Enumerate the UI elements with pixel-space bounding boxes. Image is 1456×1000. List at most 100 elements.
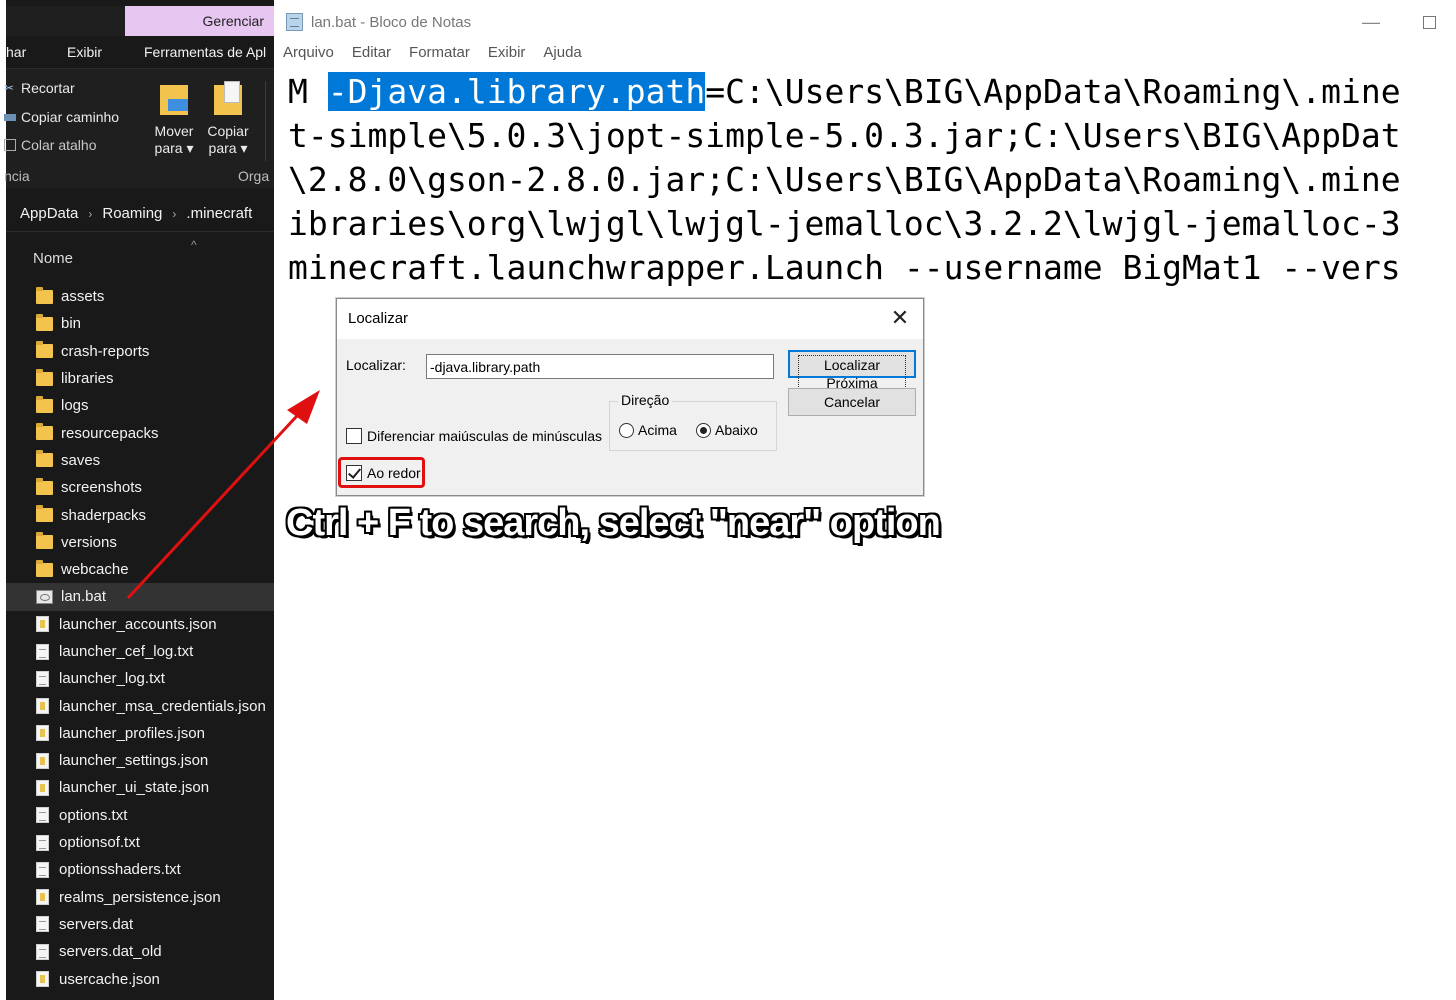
copy-path-button[interactable]: Copiar caminho — [4, 109, 119, 125]
list-item[interactable]: assets — [6, 283, 274, 310]
text-line: M -Djava.library.path=C:\Users\BIG\AppDa… — [288, 70, 1401, 114]
minimize-icon[interactable]: — — [1356, 10, 1386, 34]
notepad-window: lan.bat - Bloco de Notas — Arquivo Edita… — [274, 0, 1456, 1000]
list-item[interactable]: options.txt — [6, 802, 274, 829]
item-label: versions — [61, 533, 117, 551]
folder-icon — [36, 395, 53, 413]
close-icon[interactable]: ✕ — [887, 305, 913, 331]
folder-icon — [36, 313, 53, 331]
file-icon — [36, 916, 49, 933]
file-list: assets bin crash-reports libraries logs … — [6, 283, 274, 993]
folder-icon — [36, 450, 53, 468]
item-label: webcache — [61, 561, 129, 579]
text-fragment: M — [288, 72, 328, 111]
list-item[interactable]: realms_persistence.json — [6, 884, 274, 911]
menu-editar[interactable]: Editar — [352, 44, 391, 66]
file-explorer-window: Gerenciar har Exibir Ferramentas de Apl … — [0, 0, 274, 1000]
breadcrumb-roaming[interactable]: Roaming — [102, 205, 162, 222]
list-item[interactable]: launcher_ui_state.json — [6, 774, 274, 801]
address-bar[interactable]: AppData › Roaming › .minecraft — [6, 196, 274, 232]
notepad-icon — [286, 13, 303, 31]
menu-formatar[interactable]: Formatar — [409, 44, 470, 66]
item-label: launcher_cef_log.txt — [59, 643, 194, 660]
item-label: lan.bat — [61, 588, 107, 606]
item-label: bin — [61, 315, 82, 333]
list-item[interactable]: launcher_accounts.json — [6, 611, 274, 638]
radio-up[interactable]: Acima — [619, 422, 677, 438]
item-label: screenshots — [61, 479, 142, 497]
item-label: launcher_profiles.json — [59, 724, 205, 742]
radio-selected-icon — [696, 422, 711, 438]
title-bar: lan.bat - Bloco de Notas — [274, 0, 1456, 44]
list-item[interactable]: libraries — [6, 365, 274, 392]
list-item[interactable]: crash-reports — [6, 338, 274, 365]
list-item[interactable]: usercache.json — [6, 965, 274, 992]
match-case-label: Diferenciar maiúsculas de minúsculas — [367, 428, 602, 444]
text-line: ibraries\org\lwjgl\lwjgl-jemalloc\3.2.2\… — [288, 204, 1401, 243]
list-item[interactable]: servers.dat — [6, 911, 274, 938]
folder-icon — [36, 559, 53, 577]
text-editor[interactable]: M -Djava.library.path=C:\Users\BIG\AppDa… — [274, 70, 1456, 300]
scissors-icon: ✂ — [4, 81, 15, 95]
chevron-right-icon: › — [172, 206, 177, 221]
tab-ferramentas[interactable]: Ferramentas de Apl — [144, 44, 266, 60]
move-to-button[interactable]: Mover para ▾ — [152, 79, 196, 157]
list-item[interactable]: servers.dat_old — [6, 938, 274, 965]
list-item[interactable]: optionsshaders.txt — [6, 856, 274, 883]
text-file-icon — [36, 834, 49, 851]
list-item[interactable]: versions — [6, 529, 274, 556]
item-label: assets — [61, 288, 105, 306]
column-header: ^ Nome — [6, 238, 274, 276]
match-case-checkbox[interactable]: Diferenciar maiúsculas de minúsculas — [346, 428, 602, 444]
tab-exibir[interactable]: Exibir — [67, 44, 102, 60]
maximize-icon[interactable] — [1414, 10, 1444, 34]
item-label: realms_persistence.json — [59, 888, 221, 906]
copy-to-button[interactable]: Copiar para ▾ — [206, 79, 250, 157]
ribbon-divider — [265, 81, 266, 161]
item-label: usercache.json — [59, 970, 160, 988]
item-label: launcher_ui_state.json — [59, 779, 210, 797]
list-item[interactable]: launcher_profiles.json — [6, 720, 274, 747]
list-item[interactable]: launcher_cef_log.txt — [6, 638, 274, 665]
tab-gerenciar[interactable]: Gerenciar — [125, 6, 274, 36]
breadcrumb-appdata[interactable]: AppData — [20, 205, 78, 222]
folder-icon — [36, 368, 53, 386]
cut-button[interactable]: ✂ Recortar — [4, 80, 75, 96]
list-item[interactable]: screenshots — [6, 474, 274, 501]
list-item[interactable]: saves — [6, 447, 274, 474]
paste-shortcut-button[interactable]: Colar atalho — [4, 137, 97, 153]
folder-icon — [36, 477, 53, 495]
item-label: optionsshaders.txt — [59, 861, 181, 879]
list-item[interactable]: launcher_log.txt — [6, 665, 274, 692]
json-file-icon — [36, 779, 49, 796]
list-item[interactable]: optionsof.txt — [6, 829, 274, 856]
list-item[interactable]: resourcepacks — [6, 419, 274, 446]
radio-icon — [619, 422, 634, 438]
text-file-icon — [36, 643, 49, 660]
list-item-selected[interactable]: lan.bat — [6, 583, 274, 611]
list-item[interactable]: shaderpacks — [6, 501, 274, 528]
paste-shortcut-icon — [4, 139, 16, 151]
menu-arquivo[interactable]: Arquivo — [283, 44, 334, 66]
cancel-button[interactable]: Cancelar — [788, 388, 916, 416]
list-item[interactable]: launcher_settings.json — [6, 747, 274, 774]
find-input[interactable] — [426, 354, 774, 379]
radio-down[interactable]: Abaixo — [696, 422, 758, 438]
list-item[interactable]: launcher_msa_credentials.json — [6, 692, 274, 719]
column-name[interactable]: Nome — [33, 250, 73, 267]
find-next-button[interactable]: Localizar Próxima — [788, 350, 916, 393]
menu-ajuda[interactable]: Ajuda — [543, 44, 581, 66]
tab-compartilhar[interactable]: har — [6, 44, 26, 60]
text-file-icon — [36, 670, 49, 687]
highlight-box — [338, 457, 425, 488]
folder-icon — [36, 341, 53, 359]
menu-exibir[interactable]: Exibir — [488, 44, 526, 66]
find-dialog: Localizar ✕ Localizar: Localizar Próxima… — [336, 298, 924, 496]
radio-down-label: Abaixo — [715, 422, 758, 438]
breadcrumb-minecraft[interactable]: .minecraft — [186, 205, 252, 222]
list-item[interactable]: logs — [6, 392, 274, 419]
batch-file-icon — [36, 589, 53, 604]
list-item[interactable]: webcache — [6, 556, 274, 583]
list-item[interactable]: bin — [6, 310, 274, 337]
direction-group: Direção Acima Abaixo — [609, 392, 777, 451]
